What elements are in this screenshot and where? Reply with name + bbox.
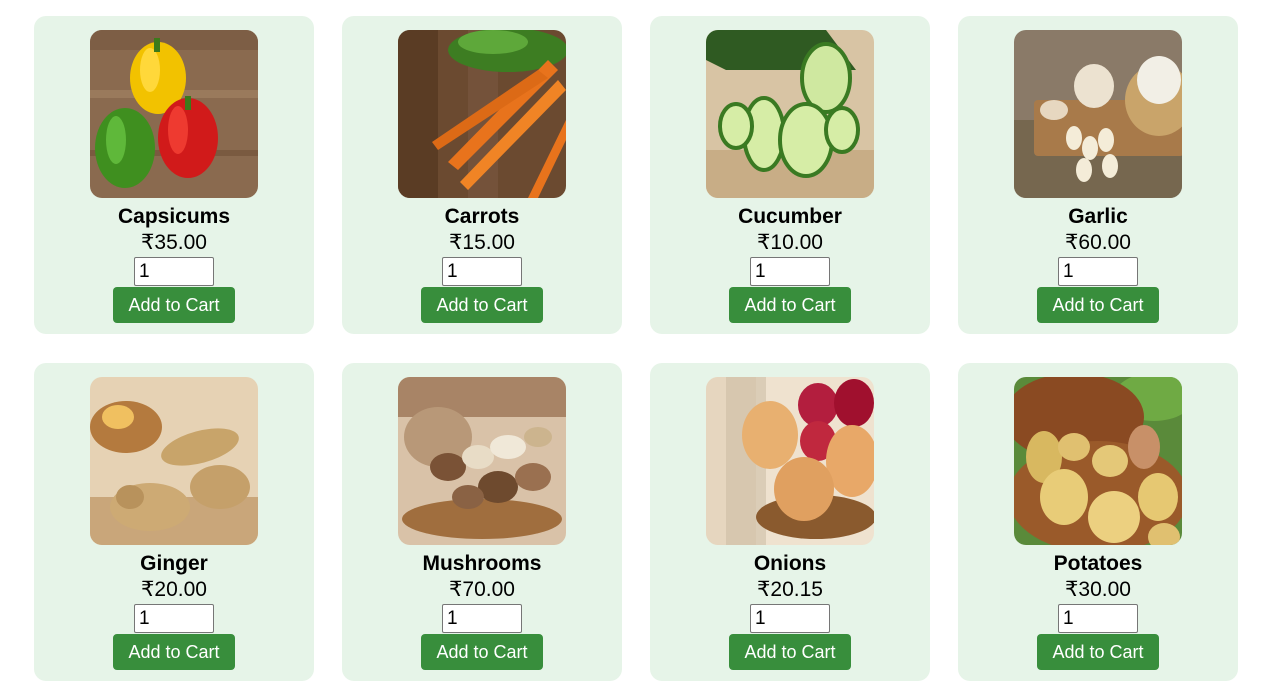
product-grid: Capsicums ₹35.00 Add to Cart Carrots ₹15…	[34, 16, 1238, 681]
quantity-input[interactable]	[1058, 604, 1138, 633]
product-card-carrots: Carrots ₹15.00 Add to Cart	[342, 16, 622, 334]
carrots-image	[398, 30, 566, 198]
quantity-input[interactable]	[134, 604, 214, 633]
product-name: Onions	[753, 552, 827, 575]
add-to-cart-button[interactable]: Add to Cart	[421, 287, 543, 323]
add-to-cart-button[interactable]: Add to Cart	[113, 634, 235, 670]
mushrooms-image	[398, 377, 566, 545]
quantity-input[interactable]	[442, 604, 522, 633]
capsicums-image	[90, 30, 258, 198]
product-card-garlic: Garlic ₹60.00 Add to Cart	[958, 16, 1238, 334]
product-price: ₹15.00	[449, 231, 515, 254]
product-price: ₹20.15	[757, 578, 823, 601]
product-name: Mushrooms	[422, 552, 542, 575]
product-price: ₹35.00	[141, 231, 207, 254]
product-card-onions: Onions ₹20.15 Add to Cart	[650, 363, 930, 681]
quantity-input[interactable]	[750, 257, 830, 286]
product-name: Potatoes	[1053, 552, 1143, 575]
product-card-cucumber: Cucumber ₹10.00 Add to Cart	[650, 16, 930, 334]
product-name: Cucumber	[738, 205, 842, 228]
onions-image	[706, 377, 874, 545]
garlic-image	[1014, 30, 1182, 198]
product-name: Garlic	[1068, 205, 1128, 228]
product-name: Ginger	[140, 552, 208, 575]
product-price: ₹60.00	[1065, 231, 1131, 254]
quantity-input[interactable]	[1058, 257, 1138, 286]
add-to-cart-button[interactable]: Add to Cart	[729, 287, 851, 323]
add-to-cart-button[interactable]: Add to Cart	[729, 634, 851, 670]
product-card-capsicums: Capsicums ₹35.00 Add to Cart	[34, 16, 314, 334]
product-price: ₹20.00	[141, 578, 207, 601]
add-to-cart-button[interactable]: Add to Cart	[1037, 634, 1159, 670]
product-name: Carrots	[444, 205, 520, 228]
product-card-ginger: Ginger ₹20.00 Add to Cart	[34, 363, 314, 681]
product-price: ₹70.00	[449, 578, 515, 601]
add-to-cart-button[interactable]: Add to Cart	[1037, 287, 1159, 323]
ginger-image	[90, 377, 258, 545]
product-name: Capsicums	[117, 205, 231, 228]
quantity-input[interactable]	[442, 257, 522, 286]
product-price: ₹30.00	[1065, 578, 1131, 601]
potatoes-image	[1014, 377, 1182, 545]
cucumber-image	[706, 30, 874, 198]
product-price: ₹10.00	[757, 231, 823, 254]
add-to-cart-button[interactable]: Add to Cart	[113, 287, 235, 323]
quantity-input[interactable]	[750, 604, 830, 633]
quantity-input[interactable]	[134, 257, 214, 286]
add-to-cart-button[interactable]: Add to Cart	[421, 634, 543, 670]
product-card-mushrooms: Mushrooms ₹70.00 Add to Cart	[342, 363, 622, 681]
product-card-potatoes: Potatoes ₹30.00 Add to Cart	[958, 363, 1238, 681]
